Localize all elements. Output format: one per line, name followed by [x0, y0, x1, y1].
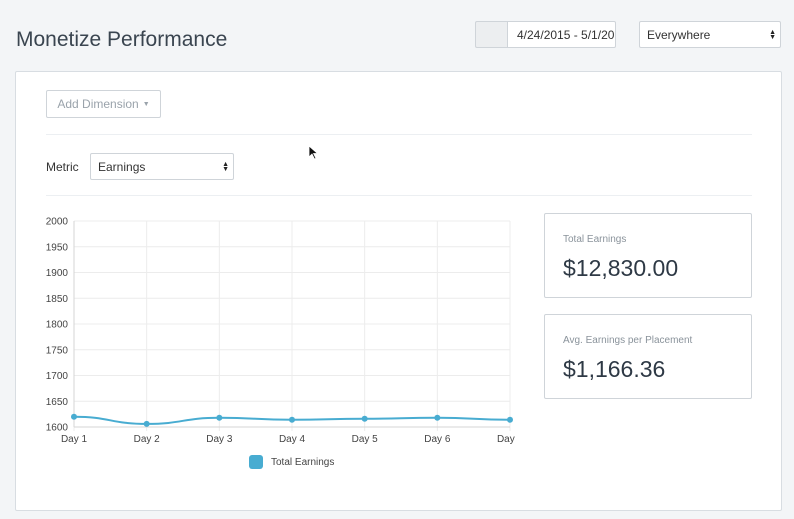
- y-tick-label: 1800: [46, 320, 69, 331]
- legend-label: Total Earnings: [271, 456, 335, 468]
- stat-label: Avg. Earnings per Placement: [563, 335, 693, 346]
- data-point: [216, 414, 223, 421]
- calendar-button[interactable]: [475, 21, 507, 48]
- stat-value: $1,166.36: [563, 356, 666, 382]
- select-arrows-icon: ▲ ▼: [222, 160, 229, 173]
- total-earnings-card: Total Earnings $12,830.00: [544, 213, 752, 298]
- metric-select[interactable]: Earnings ▲ ▼: [90, 153, 234, 180]
- stat-label: Total Earnings: [563, 234, 627, 245]
- y-tick-label: 1750: [46, 345, 69, 356]
- data-point: [434, 414, 441, 421]
- location-select-value: Everywhere: [647, 27, 711, 42]
- data-point: [289, 416, 295, 423]
- stat-value: $12,830.00: [563, 255, 679, 281]
- data-point: [143, 420, 150, 427]
- x-tick-label: Day 3: [206, 434, 233, 445]
- x-tick-label: Day 6: [424, 434, 451, 445]
- x-tick-label: Day 5: [352, 434, 379, 445]
- y-tick-label: 1950: [46, 242, 69, 253]
- performance-panel: Add Dimension ▼ Metric Earnings ▲ ▼ 1600 1…: [15, 71, 782, 511]
- earnings-line-chart: 1600 1650 1700 1750 1800 1850 1900 1950 2000 Day …: [46, 217, 516, 446]
- x-tick-label: Day 1: [61, 434, 88, 445]
- divider: [46, 134, 752, 135]
- data-point: [507, 416, 513, 423]
- legend-swatch: [249, 455, 263, 469]
- chart-legend: Total Earnings: [249, 455, 334, 469]
- y-tick-label: 1900: [46, 268, 69, 279]
- x-tick-label: Day 4: [279, 434, 306, 445]
- y-tick-label: 1600: [46, 423, 69, 434]
- page-title: Monetize Performance: [16, 28, 228, 51]
- metric-select-value: Earnings: [98, 159, 146, 174]
- y-tick-label: 1850: [46, 294, 69, 305]
- metric-label: Metric: [46, 160, 79, 174]
- mouse-pointer-icon: [308, 145, 319, 160]
- date-range-picker[interactable]: 4/24/2015 - 5/1/20: [475, 21, 616, 48]
- add-dimension-button[interactable]: Add Dimension ▼: [46, 90, 161, 118]
- avg-earnings-card: Avg. Earnings per Placement $1,166.36: [544, 314, 752, 399]
- location-select[interactable]: Everywhere ▲ ▼: [639, 21, 781, 48]
- select-arrows-icon: ▲ ▼: [769, 28, 776, 41]
- divider: [46, 195, 752, 196]
- y-tick-label: 1650: [46, 397, 69, 408]
- y-tick-label: 1700: [46, 371, 69, 382]
- x-tick-label: Day 7: [497, 434, 516, 445]
- caret-down-icon: ▼: [142, 100, 150, 108]
- y-tick-label: 2000: [46, 217, 69, 228]
- date-range-input[interactable]: 4/24/2015 - 5/1/20: [507, 21, 616, 48]
- data-point: [361, 415, 368, 422]
- x-tick-label: Day 2: [134, 434, 161, 445]
- add-dimension-label: Add Dimension: [57, 97, 139, 111]
- data-point: [71, 413, 77, 420]
